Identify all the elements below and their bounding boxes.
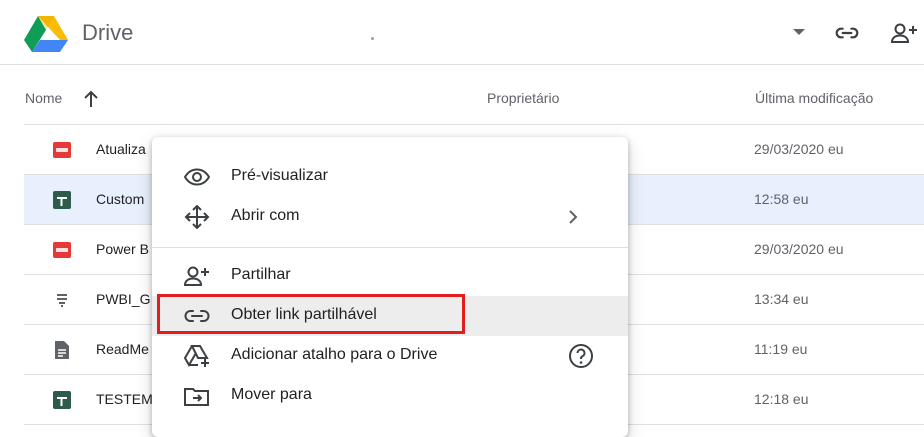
- column-header-name[interactable]: Nome: [25, 90, 62, 106]
- column-header-owner[interactable]: Proprietário: [487, 90, 559, 106]
- menu-item-label: Abrir com: [231, 207, 300, 224]
- menu-item-label: Pré-visualizar: [231, 167, 328, 184]
- file-name: Power B: [96, 241, 149, 257]
- arrow-up-icon[interactable]: [82, 89, 100, 109]
- drive-logo-icon[interactable]: [22, 14, 70, 54]
- app-title[interactable]: Drive: [82, 20, 133, 46]
- drive-shortcut-icon: [183, 345, 209, 367]
- column-header-modified[interactable]: Última modificação: [755, 90, 873, 106]
- link-icon[interactable]: [834, 20, 860, 46]
- add-person-icon[interactable]: [890, 20, 920, 46]
- doc-icon: [55, 341, 69, 359]
- app-header: Drive: [0, 0, 924, 65]
- menu-divider: [152, 247, 628, 248]
- menu-item-move-to[interactable]: Mover para: [152, 376, 628, 416]
- chevron-right-icon: [569, 210, 578, 224]
- chevron-down-icon[interactable]: [793, 29, 805, 35]
- menu-item-label: Adicionar atalho para o Drive: [231, 346, 438, 363]
- modified-date: 13:34 eu: [754, 291, 809, 307]
- file-name: Custom: [96, 191, 145, 207]
- modified-date: 29/03/2020 eu: [754, 241, 844, 257]
- move-folder-icon: [184, 388, 209, 406]
- menu-item-add-shortcut[interactable]: Adicionar atalho para o Drive: [152, 336, 628, 376]
- sheets-icon: [53, 391, 71, 409]
- menu-item-label: Partilhar: [231, 266, 291, 283]
- menu-item-share[interactable]: Partilhar: [152, 256, 628, 296]
- context-menu: Pré-visualizar Abrir com Partilhar Obter…: [152, 137, 628, 437]
- file-name: PWBI_G: [96, 291, 151, 307]
- help-icon[interactable]: [568, 343, 594, 369]
- menu-item-open-with[interactable]: Abrir com: [152, 197, 628, 237]
- modified-date: 29/03/2020 eu: [754, 141, 844, 157]
- pdf-icon: [53, 142, 71, 158]
- generic-file-icon: [57, 294, 67, 307]
- modified-date: 12:18 eu: [754, 391, 809, 407]
- sheets-icon: [53, 191, 71, 209]
- add-person-icon: [183, 266, 209, 286]
- divider-dot: [371, 37, 374, 40]
- pdf-icon: [53, 242, 71, 258]
- modified-date: 11:19 eu: [754, 341, 808, 357]
- file-name: TESTEM: [96, 391, 153, 407]
- modified-date: 12:58 eu: [754, 191, 809, 207]
- highlight-annotation: [157, 294, 465, 334]
- eye-icon: [183, 168, 211, 186]
- file-name: Atualiza: [96, 141, 146, 157]
- open-with-icon: [184, 205, 210, 229]
- file-name: ReadMe: [96, 341, 149, 357]
- menu-item-label: Mover para: [231, 386, 312, 403]
- menu-item-preview[interactable]: Pré-visualizar: [152, 157, 628, 197]
